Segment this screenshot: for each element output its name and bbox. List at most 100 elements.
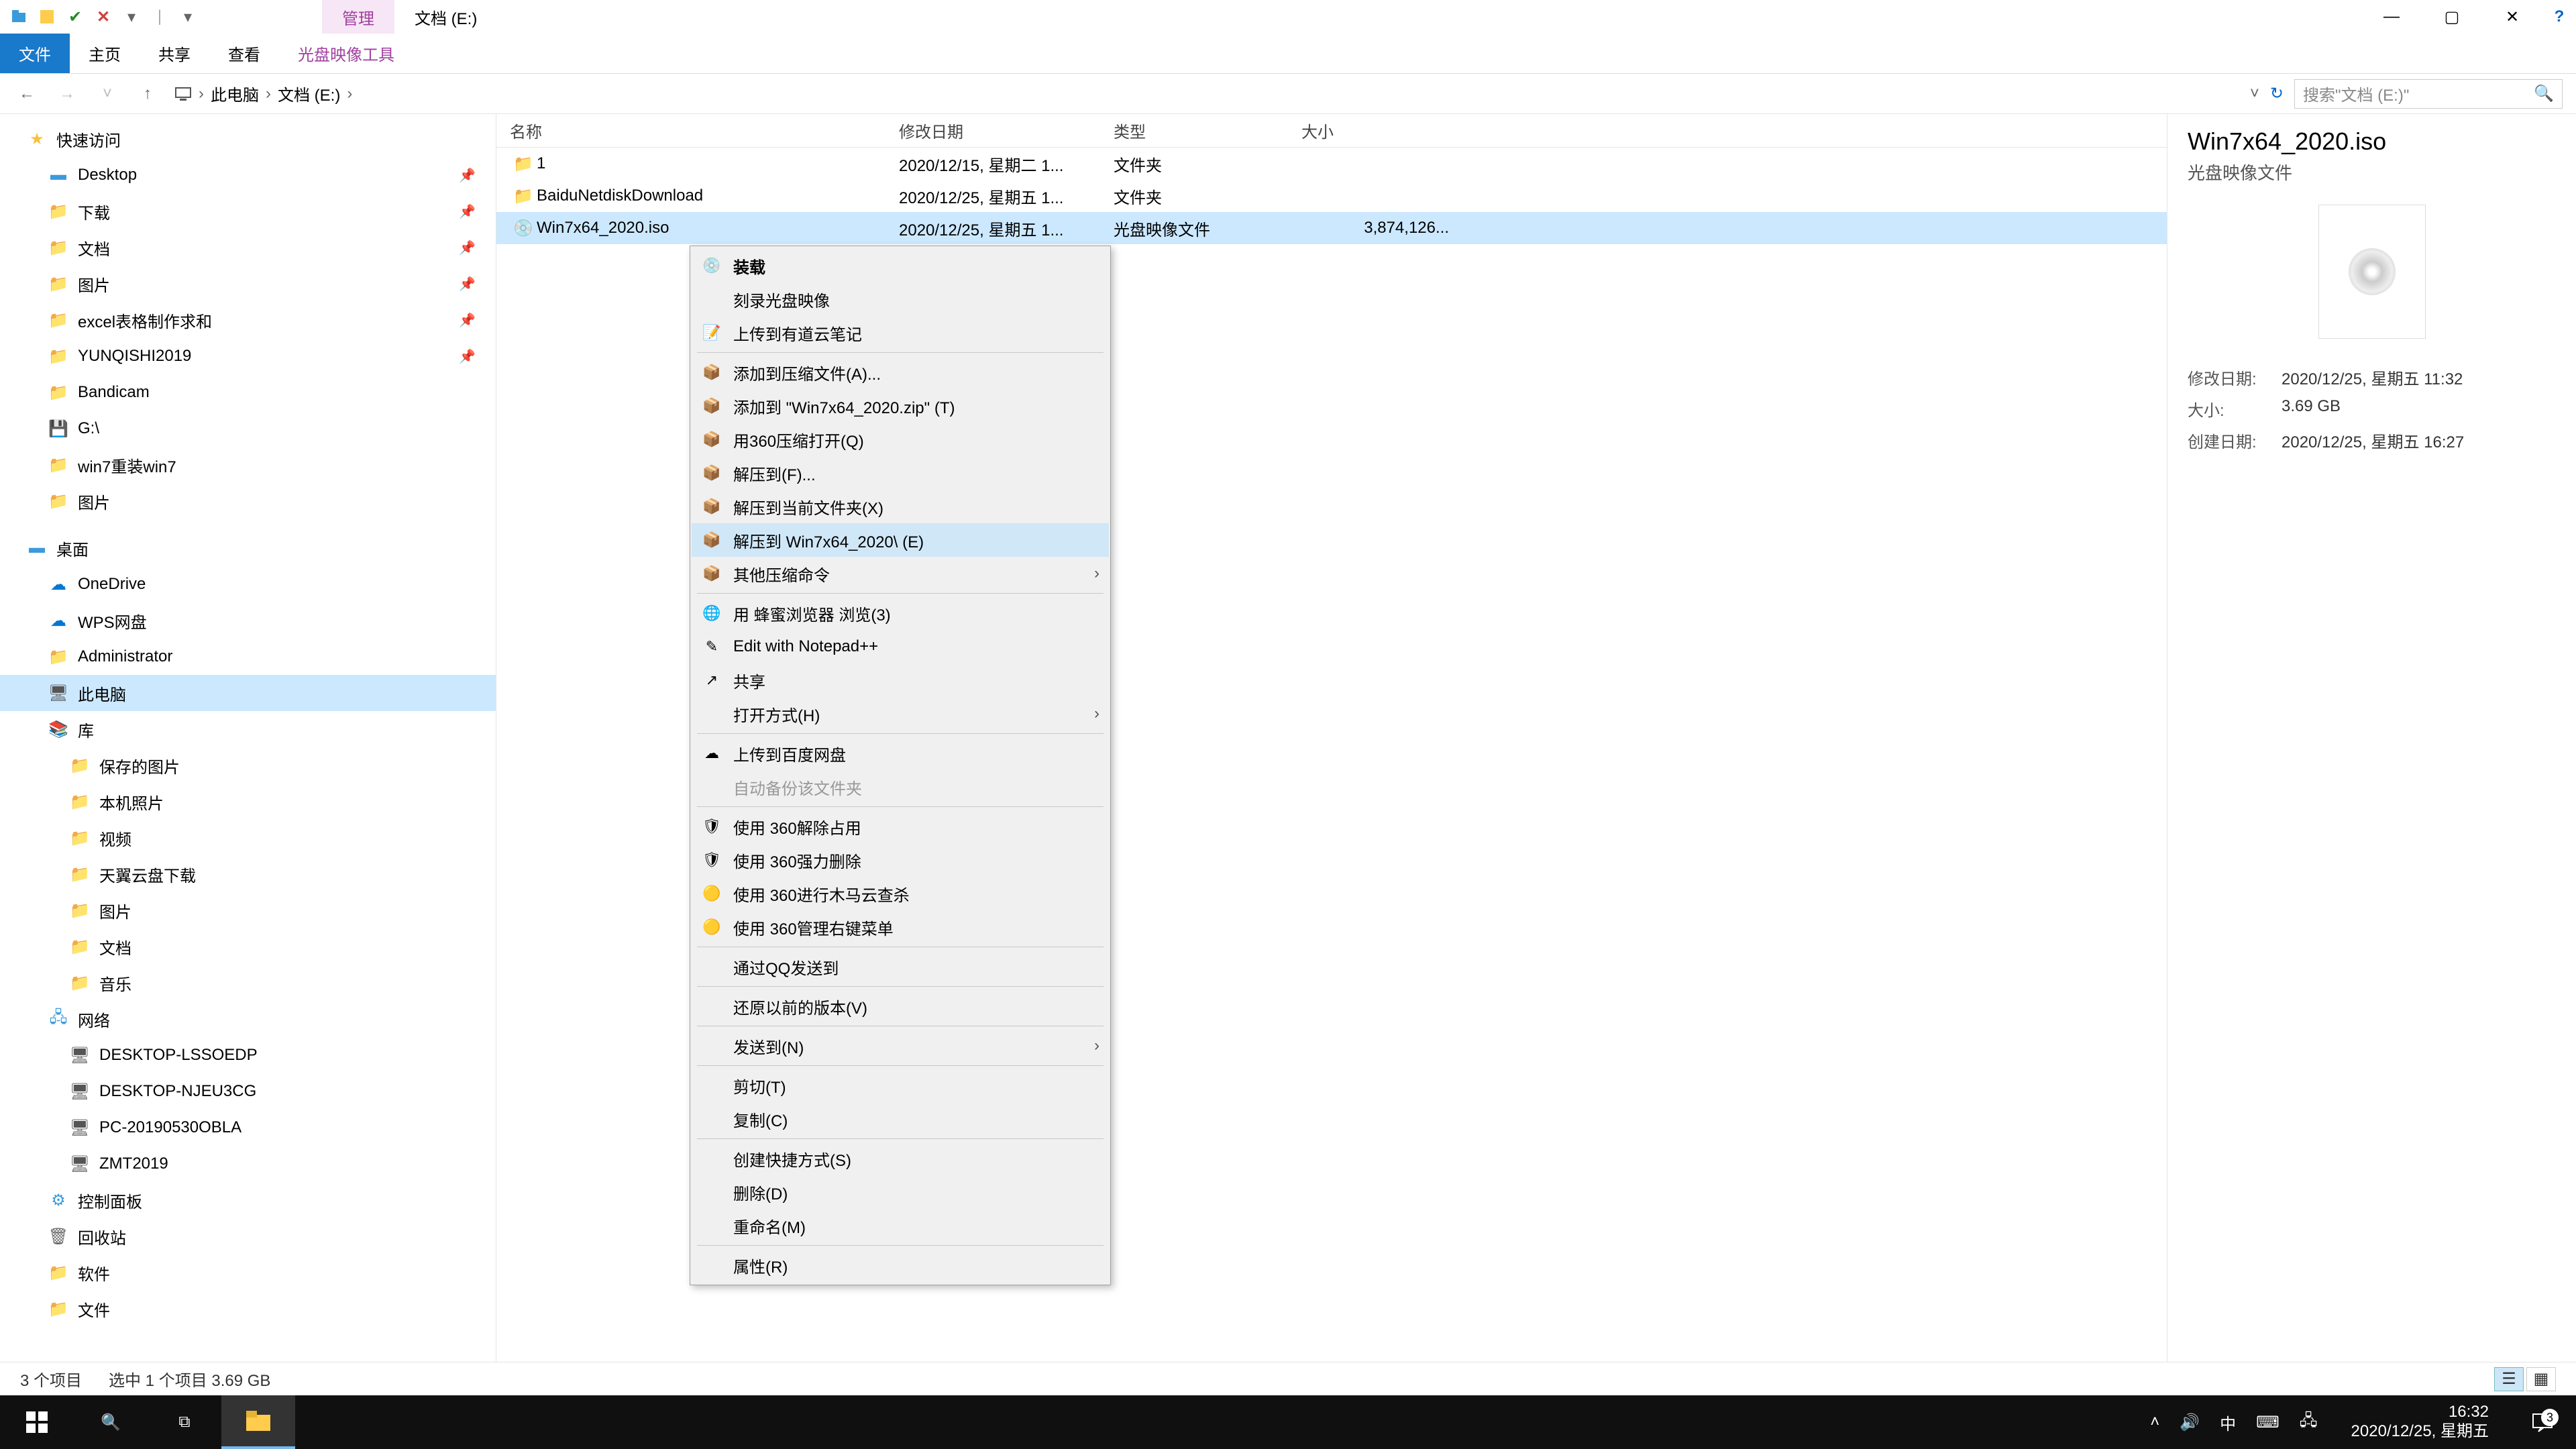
tree-item[interactable]: 📁 win7重装win7 [0,447,496,483]
tree-item[interactable]: 📁 图片 [0,483,496,519]
tray-volume-icon[interactable]: 🔊 [2180,1395,2200,1449]
menu-item[interactable]: 🌐 用 蜂蜜浏览器 浏览(3) [692,596,1109,630]
tree-item[interactable]: 💾 G:\ [0,411,496,447]
tree-item[interactable]: 📁 图片 📌 [0,266,496,302]
menu-item[interactable]: 属性(R) [692,1248,1109,1282]
menu-item[interactable]: 还原以前的版本(V) [692,989,1109,1023]
menu-item[interactable]: ☁ 上传到百度网盘 [692,737,1109,770]
tree-control-panel[interactable]: ⚙ 控制面板 [0,1182,496,1218]
menu-item[interactable]: 🟡 使用 360进行木马云查杀 [692,877,1109,910]
breadcrumb-segment[interactable]: 文档 (E:) [278,82,340,105]
breadcrumb[interactable]: › 此电脑 › 文档 (E:) › [174,82,2237,105]
ribbon-tab-home[interactable]: 主页 [70,34,140,73]
menu-item[interactable]: 💿 装载 [692,249,1109,282]
menu-item[interactable]: 创建快捷方式(S) [692,1142,1109,1175]
menu-item[interactable]: 复制(C) [692,1102,1109,1136]
menu-item[interactable]: 📦 用360压缩打开(Q) [692,423,1109,456]
menu-item[interactable]: 通过QQ发送到 [692,950,1109,983]
tree-item[interactable]: 📁 YUNQISHI2019 📌 [0,338,496,374]
nav-back-button[interactable]: ← [13,80,40,107]
column-header-name[interactable]: 名称 [510,119,899,142]
view-details-button[interactable]: ☰ [2494,1367,2524,1391]
minimize-button[interactable]: — [2361,0,2422,34]
address-dropdown-icon[interactable]: ˅ [2250,85,2259,103]
menu-item[interactable]: 删除(D) [692,1175,1109,1209]
column-header-size[interactable]: 大小 [1301,119,1476,142]
menu-item[interactable]: 📦 解压到 Win7x64_2020\ (E) [692,523,1109,557]
help-button[interactable]: ? [2542,0,2576,34]
menu-item[interactable]: 📦 解压到当前文件夹(X) [692,490,1109,523]
tree-item[interactable]: 📁 文档 📌 [0,229,496,266]
tree-item[interactable]: 🖥 DESKTOP-NJEU3CG [0,1073,496,1110]
tree-item[interactable]: ☁ OneDrive [0,566,496,602]
tree-item[interactable]: ☁ WPS网盘 [0,602,496,639]
tree-item[interactable]: 📁 文档 [0,928,496,965]
tree-item[interactable]: 🖥 PC-20190530OBLA [0,1110,496,1146]
file-row[interactable]: 📁 BaiduNetdiskDownload 2020/12/25, 星期五 1… [496,180,2167,212]
tray-network-icon[interactable]: 🖧 [2300,1395,2318,1449]
menu-item[interactable]: 📦 解压到(F)... [692,456,1109,490]
tray-notifications-icon[interactable]: 3 [2522,1411,2563,1433]
search-input[interactable]: 搜索"文档 (E:)" 🔍 [2294,79,2563,109]
tree-item[interactable]: 📁 图片 [0,892,496,928]
qat-close-icon[interactable]: ✕ [91,5,115,29]
menu-item[interactable]: 🛡 使用 360强力删除 [692,843,1109,877]
tree-item[interactable]: 📁 下载 📌 [0,193,496,229]
tree-item[interactable]: 📁 天翼云盘下载 [0,856,496,892]
tree-desktop-root[interactable]: ▬ 桌面 [0,530,496,566]
menu-item[interactable]: 📦 其他压缩命令 › [692,557,1109,590]
menu-item[interactable]: 📦 添加到压缩文件(A)... [692,356,1109,389]
tree-item[interactable]: 📁 音乐 [0,965,496,1001]
tree-item[interactable]: 📁 Administrator [0,639,496,675]
tree-item[interactable]: 🖥 此电脑 [0,675,496,711]
maximize-button[interactable]: ▢ [2422,0,2482,34]
search-icon[interactable]: 🔍 [2534,84,2554,103]
menu-item[interactable]: 🟡 使用 360管理右键菜单 [692,910,1109,944]
menu-item[interactable]: 📝 上传到有道云笔记 [692,316,1109,350]
close-button[interactable]: ✕ [2482,0,2542,34]
search-button[interactable]: 🔍 [74,1395,148,1449]
tree-recycle-bin[interactable]: 🗑 回收站 [0,1218,496,1254]
start-button[interactable] [0,1395,74,1449]
menu-item[interactable]: 重命名(M) [692,1209,1109,1242]
file-row[interactable]: 📁 1 2020/12/15, 星期二 1... 文件夹 [496,148,2167,180]
menu-item[interactable]: ✎ Edit with Notepad++ [692,630,1109,663]
nav-recent-dropdown[interactable]: ˅ [94,80,121,107]
menu-item[interactable]: ↗ 共享 [692,663,1109,697]
qat-dropdown-icon[interactable]: ▾ [119,5,144,29]
tree-item[interactable]: 📚 库 [0,711,496,747]
task-view-button[interactable]: ⧉ [148,1395,221,1449]
tray-ime-icon[interactable]: 中 [2220,1395,2236,1449]
tree-item[interactable]: 📁 excel表格制作求和 📌 [0,302,496,338]
tray-clock[interactable]: 16:32 2020/12/25, 星期五 [2338,1403,2502,1442]
tree-item[interactable]: 📁 视频 [0,820,496,856]
tree-item[interactable]: 🖥 ZMT2019 [0,1146,496,1182]
ribbon-tab-share[interactable]: 共享 [140,34,209,73]
tray-ime-mode-icon[interactable]: ⌨ [2256,1395,2279,1449]
breadcrumb-segment[interactable]: 此电脑 [211,82,259,105]
ribbon-tab-disc-tools[interactable]: 光盘映像工具 [279,34,413,73]
nav-forward-button[interactable]: → [54,80,80,107]
tree-documents[interactable]: 📁 文件 [0,1291,496,1327]
menu-item[interactable]: 🛡 使用 360解除占用 [692,810,1109,843]
column-header-type[interactable]: 类型 [1114,119,1301,142]
file-row[interactable]: 💿 Win7x64_2020.iso 2020/12/25, 星期五 1... … [496,212,2167,244]
tree-item[interactable]: 📁 Bandicam [0,374,496,411]
tree-item[interactable]: ▬ Desktop 📌 [0,157,496,193]
tray-overflow-icon[interactable]: ˄ [2150,1395,2159,1449]
qat-check-icon[interactable]: ✔ [63,5,87,29]
menu-item[interactable]: 发送到(N) › [692,1029,1109,1063]
tree-quick-access[interactable]: ★ 快速访问 [0,121,496,157]
refresh-button[interactable]: ↻ [2270,84,2284,103]
column-header-date[interactable]: 修改日期 [899,119,1114,142]
tree-software[interactable]: 📁 软件 [0,1254,496,1291]
taskbar-explorer[interactable] [221,1395,295,1449]
qat-customize-icon[interactable]: ▾ [176,5,200,29]
ribbon-tab-view[interactable]: 查看 [209,34,279,73]
tree-item[interactable]: 📁 本机照片 [0,784,496,820]
menu-item[interactable]: 刻录光盘映像 [692,282,1109,316]
menu-item[interactable]: 📦 添加到 "Win7x64_2020.zip" (T) [692,389,1109,423]
qat-icon-2[interactable] [35,5,59,29]
menu-item[interactable]: 剪切(T) [692,1069,1109,1102]
tree-network[interactable]: 🖧 网络 [0,1001,496,1037]
